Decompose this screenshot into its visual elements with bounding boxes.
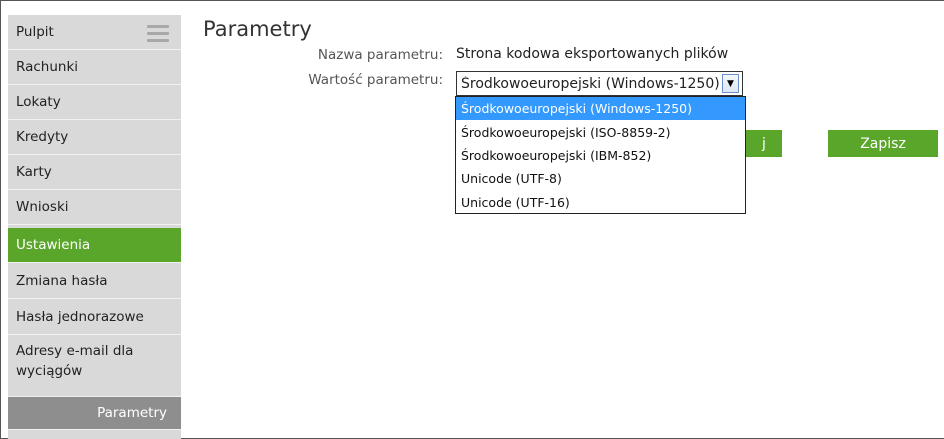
param-value-selected: Środkowoeuropejski (Windows-1250) xyxy=(461,75,720,92)
sidebar-item-adresy-email[interactable]: Adresy e-mail dla wyciągów xyxy=(8,336,181,397)
dropdown-option-iso-8859-2[interactable]: Środkowoeuropejski (ISO-8859-2) xyxy=(456,120,745,143)
save-button[interactable]: Zapisz xyxy=(828,130,938,157)
param-name-label: Nazwa parametru: xyxy=(317,47,443,63)
dropdown-option-utf-8[interactable]: Unicode (UTF-8) xyxy=(456,167,745,190)
dropdown-option-label: Unicode (UTF-16) xyxy=(461,194,570,210)
sidebar-item-label: Wnioski xyxy=(16,199,69,215)
menu-icon[interactable] xyxy=(147,25,169,43)
param-value-label: Wartość parametru: xyxy=(308,72,443,88)
menu-icon-bar xyxy=(147,39,169,42)
sidebar-item-label: Lokaty xyxy=(16,94,61,110)
sidebar-item-label: Zmiana hasła xyxy=(16,273,108,289)
chevron-down-icon[interactable]: ▼ xyxy=(722,74,739,93)
menu-icon-bar xyxy=(147,32,169,35)
sidebar-item-hasla-jednorazowe[interactable]: Hasła jednorazowe xyxy=(8,300,181,335)
dropdown-option-label: Środkowoeuropejski (Windows-1250) xyxy=(461,101,692,117)
sidebar-item-label: Kredyty xyxy=(16,129,69,145)
sidebar-item-label: Ustawienia xyxy=(16,237,91,253)
page-title: Parametry xyxy=(203,17,312,41)
dropdown-option-label: Środkowoeuropejski (IBM-852) xyxy=(461,147,652,163)
dropdown-option-label: Środkowoeuropejski (ISO-8859-2) xyxy=(461,124,671,140)
sidebar-item-lokaty[interactable]: Lokaty xyxy=(8,85,181,120)
sidebar-item-label: Hasła jednorazowe xyxy=(16,309,144,325)
dropdown-option-windows-1250[interactable]: Środkowoeuropejski (Windows-1250) xyxy=(456,97,745,121)
sidebar: Pulpit Rachunki Lokaty Kredyty Karty Wni… xyxy=(8,15,181,439)
param-name-value: Strona kodowa eksportowanych plików xyxy=(456,46,729,62)
sidebar-item-kredyty[interactable]: Kredyty xyxy=(8,120,181,155)
sidebar-item-label: Parametry xyxy=(97,405,167,421)
dropdown-option-ibm-852[interactable]: Środkowoeuropejski (IBM-852) xyxy=(456,144,745,167)
sidebar-item-rachunki[interactable]: Rachunki xyxy=(8,50,181,85)
sidebar-item-zmiana-hasla[interactable]: Zmiana hasła xyxy=(8,264,181,299)
sidebar-item-label: Rachunki xyxy=(16,59,79,75)
sidebar-item-label: Adresy e-mail dla wyciągów xyxy=(16,343,134,379)
sidebar-subitem-parametry[interactable]: Parametry xyxy=(8,397,181,430)
sidebar-item-karty[interactable]: Karty xyxy=(8,155,181,190)
param-value-dropdown: Środkowoeuropejski (Windows-1250) Środko… xyxy=(455,96,746,214)
param-value-select[interactable]: Środkowoeuropejski (Windows-1250) ▼ xyxy=(456,71,743,96)
dropdown-option-utf-16[interactable]: Unicode (UTF-16) xyxy=(456,191,745,214)
sidebar-item-ustawienia[interactable]: Ustawienia xyxy=(8,228,181,263)
sidebar-item-label: Pulpit xyxy=(16,24,54,40)
menu-icon-bar xyxy=(147,25,169,28)
dropdown-option-label: Unicode (UTF-8) xyxy=(461,171,562,187)
sidebar-item-wnioski[interactable]: Wnioski xyxy=(8,190,181,225)
save-button-label: Zapisz xyxy=(860,135,906,152)
sidebar-item-label: Karty xyxy=(16,164,52,180)
